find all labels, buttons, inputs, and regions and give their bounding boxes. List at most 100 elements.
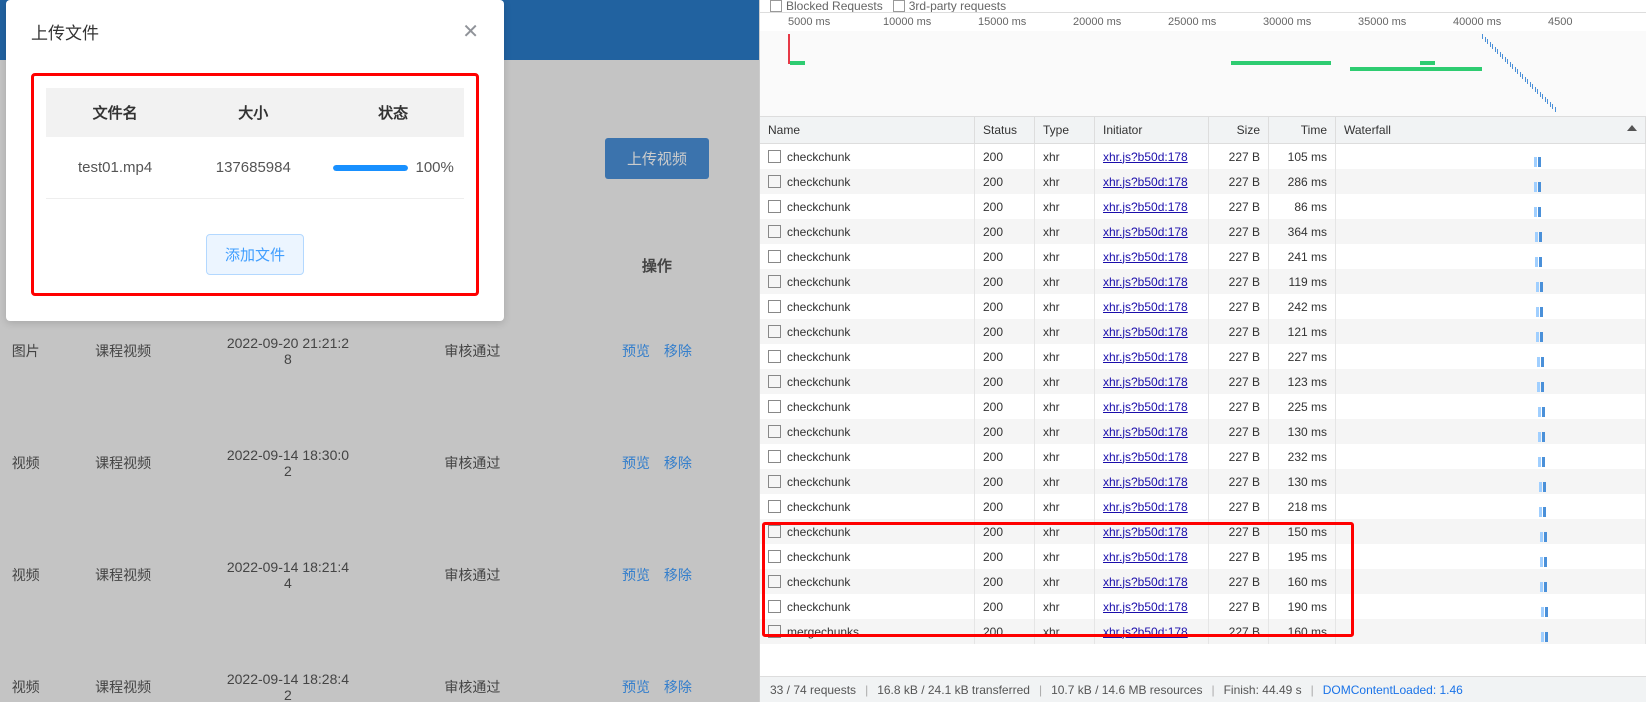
row-checkbox[interactable] bbox=[768, 475, 781, 488]
req-name: checkchunk bbox=[787, 225, 850, 239]
network-row[interactable]: checkchunk 200 xhr xhr.js?b50d:178 227 B… bbox=[760, 569, 1646, 594]
row-checkbox[interactable] bbox=[768, 575, 781, 588]
header-name[interactable]: Name bbox=[760, 117, 975, 143]
initiator-link[interactable]: xhr.js?b50d:178 bbox=[1103, 525, 1188, 539]
initiator-link[interactable]: xhr.js?b50d:178 bbox=[1103, 425, 1188, 439]
network-row[interactable]: checkchunk 200 xhr xhr.js?b50d:178 227 B… bbox=[760, 494, 1646, 519]
row-checkbox[interactable] bbox=[768, 250, 781, 263]
initiator-link[interactable]: xhr.js?b50d:178 bbox=[1103, 625, 1188, 639]
initiator-link[interactable]: xhr.js?b50d:178 bbox=[1103, 300, 1188, 314]
req-status: 200 bbox=[975, 619, 1035, 644]
network-row[interactable]: checkchunk 200 xhr xhr.js?b50d:178 227 B… bbox=[760, 244, 1646, 269]
network-row[interactable]: checkchunk 200 xhr xhr.js?b50d:178 227 B… bbox=[760, 144, 1646, 169]
req-name: checkchunk bbox=[787, 375, 850, 389]
initiator-link[interactable]: xhr.js?b50d:178 bbox=[1103, 450, 1188, 464]
row-checkbox[interactable] bbox=[768, 425, 781, 438]
status-domloaded: DOMContentLoaded: 1.46 bbox=[1323, 683, 1463, 697]
network-row[interactable]: checkchunk 200 xhr xhr.js?b50d:178 227 B… bbox=[760, 394, 1646, 419]
req-time: 286 ms bbox=[1269, 169, 1336, 194]
timeline-tick: 25000 ms bbox=[1168, 16, 1216, 28]
initiator-link[interactable]: xhr.js?b50d:178 bbox=[1103, 325, 1188, 339]
close-icon[interactable]: ✕ bbox=[462, 22, 479, 42]
req-name: checkchunk bbox=[787, 200, 850, 214]
req-name: checkchunk bbox=[787, 325, 850, 339]
network-row[interactable]: checkchunk 200 xhr xhr.js?b50d:178 227 B… bbox=[760, 519, 1646, 544]
network-row[interactable]: checkchunk 200 xhr xhr.js?b50d:178 227 B… bbox=[760, 194, 1646, 219]
req-name: checkchunk bbox=[787, 425, 850, 439]
network-row[interactable]: checkchunk 200 xhr xhr.js?b50d:178 227 B… bbox=[760, 444, 1646, 469]
network-row[interactable]: checkchunk 200 xhr xhr.js?b50d:178 227 B… bbox=[760, 469, 1646, 494]
initiator-link[interactable]: xhr.js?b50d:178 bbox=[1103, 375, 1188, 389]
app-panel: 上传视频 图片 态 操作 图片 课程视频 2022-09-20 21:21:28… bbox=[0, 0, 759, 702]
req-name: checkchunk bbox=[787, 275, 850, 289]
row-checkbox[interactable] bbox=[768, 525, 781, 538]
header-type[interactable]: Type bbox=[1035, 117, 1095, 143]
row-checkbox[interactable] bbox=[768, 500, 781, 513]
row-checkbox[interactable] bbox=[768, 325, 781, 338]
req-waterfall bbox=[1336, 244, 1646, 269]
row-checkbox[interactable] bbox=[768, 275, 781, 288]
req-name: checkchunk bbox=[787, 400, 850, 414]
network-row[interactable]: checkchunk 200 xhr xhr.js?b50d:178 227 B… bbox=[760, 419, 1646, 444]
initiator-link[interactable]: xhr.js?b50d:178 bbox=[1103, 500, 1188, 514]
initiator-link[interactable]: xhr.js?b50d:178 bbox=[1103, 350, 1188, 364]
blocked-requests-checkbox[interactable]: Blocked Requests bbox=[770, 0, 883, 13]
initiator-link[interactable]: xhr.js?b50d:178 bbox=[1103, 475, 1188, 489]
initiator-link[interactable]: xhr.js?b50d:178 bbox=[1103, 200, 1188, 214]
row-checkbox[interactable] bbox=[768, 350, 781, 363]
req-size: 227 B bbox=[1209, 344, 1269, 369]
req-type: xhr bbox=[1035, 419, 1095, 444]
initiator-link[interactable]: xhr.js?b50d:178 bbox=[1103, 175, 1188, 189]
row-checkbox[interactable] bbox=[768, 550, 781, 563]
row-checkbox[interactable] bbox=[768, 400, 781, 413]
req-time: 160 ms bbox=[1269, 619, 1336, 644]
network-row[interactable]: checkchunk 200 xhr xhr.js?b50d:178 227 B… bbox=[760, 294, 1646, 319]
network-row[interactable]: checkchunk 200 xhr xhr.js?b50d:178 227 B… bbox=[760, 269, 1646, 294]
network-row[interactable]: checkchunk 200 xhr xhr.js?b50d:178 227 B… bbox=[760, 319, 1646, 344]
initiator-link[interactable]: xhr.js?b50d:178 bbox=[1103, 275, 1188, 289]
req-waterfall bbox=[1336, 269, 1646, 294]
row-checkbox[interactable] bbox=[768, 625, 781, 638]
file-table: 文件名 大小 状态 test01.mp4 137685984 bbox=[46, 88, 464, 199]
network-row[interactable]: checkchunk 200 xhr xhr.js?b50d:178 227 B… bbox=[760, 594, 1646, 619]
timeline-overview[interactable]: 5000 ms10000 ms15000 ms20000 ms25000 ms3… bbox=[760, 13, 1646, 117]
network-row[interactable]: checkchunk 200 xhr xhr.js?b50d:178 227 B… bbox=[760, 169, 1646, 194]
header-time[interactable]: Time bbox=[1269, 117, 1336, 143]
row-checkbox[interactable] bbox=[768, 600, 781, 613]
req-waterfall bbox=[1336, 544, 1646, 569]
req-size: 227 B bbox=[1209, 169, 1269, 194]
req-type: xhr bbox=[1035, 169, 1095, 194]
timeline-tick: 35000 ms bbox=[1358, 16, 1406, 28]
header-size[interactable]: Size bbox=[1209, 117, 1269, 143]
initiator-link[interactable]: xhr.js?b50d:178 bbox=[1103, 225, 1188, 239]
network-row[interactable]: checkchunk 200 xhr xhr.js?b50d:178 227 B… bbox=[760, 369, 1646, 394]
row-checkbox[interactable] bbox=[768, 375, 781, 388]
upload-modal: 上传文件 ✕ 文件名 大小 状态 test01.mp4 bbox=[6, 0, 504, 321]
row-checkbox[interactable] bbox=[768, 175, 781, 188]
initiator-link[interactable]: xhr.js?b50d:178 bbox=[1103, 400, 1188, 414]
network-row[interactable]: checkchunk 200 xhr xhr.js?b50d:178 227 B… bbox=[760, 344, 1646, 369]
header-waterfall[interactable]: Waterfall bbox=[1336, 117, 1646, 143]
initiator-link[interactable]: xhr.js?b50d:178 bbox=[1103, 250, 1188, 264]
network-row[interactable]: checkchunk 200 xhr xhr.js?b50d:178 227 B… bbox=[760, 219, 1646, 244]
row-checkbox[interactable] bbox=[768, 200, 781, 213]
network-row[interactable]: checkchunk 200 xhr xhr.js?b50d:178 227 B… bbox=[760, 544, 1646, 569]
add-file-button[interactable]: 添加文件 bbox=[206, 234, 304, 275]
col-filestatus: 状态 bbox=[322, 88, 464, 137]
row-checkbox[interactable] bbox=[768, 150, 781, 163]
initiator-link[interactable]: xhr.js?b50d:178 bbox=[1103, 550, 1188, 564]
req-size: 227 B bbox=[1209, 469, 1269, 494]
req-size: 227 B bbox=[1209, 319, 1269, 344]
header-status[interactable]: Status bbox=[975, 117, 1035, 143]
row-checkbox[interactable] bbox=[768, 225, 781, 238]
req-status: 200 bbox=[975, 269, 1035, 294]
header-initiator[interactable]: Initiator bbox=[1095, 117, 1209, 143]
initiator-link[interactable]: xhr.js?b50d:178 bbox=[1103, 150, 1188, 164]
row-checkbox[interactable] bbox=[768, 450, 781, 463]
network-row[interactable]: mergechunks 200 xhr xhr.js?b50d:178 227 … bbox=[760, 619, 1646, 644]
initiator-link[interactable]: xhr.js?b50d:178 bbox=[1103, 600, 1188, 614]
initiator-link[interactable]: xhr.js?b50d:178 bbox=[1103, 575, 1188, 589]
row-checkbox[interactable] bbox=[768, 300, 781, 313]
thirdparty-checkbox[interactable]: 3rd-party requests bbox=[893, 0, 1006, 13]
req-waterfall bbox=[1336, 594, 1646, 619]
